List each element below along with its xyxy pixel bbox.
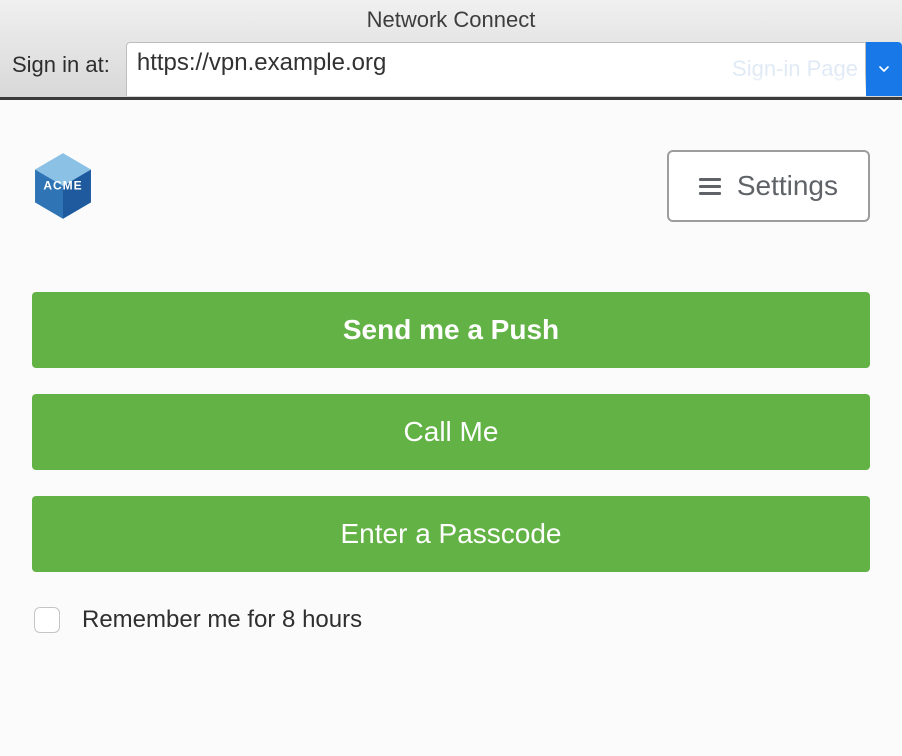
title-row: Network Connect — [0, 0, 902, 40]
hamburger-icon — [699, 178, 721, 195]
signin-at-label: Sign in at: — [0, 52, 126, 96]
send-push-button[interactable]: Send me a Push — [32, 292, 870, 368]
window-header: Network Connect Sign in at: Sign-in Page — [0, 0, 902, 100]
call-me-button[interactable]: Call Me — [32, 394, 870, 470]
brand-logo-text: ACME — [43, 178, 82, 192]
settings-button-label: Settings — [737, 170, 838, 202]
enter-passcode-button[interactable]: Enter a Passcode — [32, 496, 870, 572]
url-dropdown-button[interactable] — [866, 42, 902, 96]
remember-label[interactable]: Remember me for 8 hours — [82, 606, 362, 634]
window-title: Network Connect — [367, 7, 536, 33]
brand-logo: ACME — [32, 152, 94, 220]
url-row: Sign in at: Sign-in Page — [0, 40, 902, 97]
auth-panel: ACME Settings Send me a Push Call Me Ent… — [0, 100, 902, 756]
panel-header: ACME Settings — [32, 100, 870, 292]
chevron-down-icon — [876, 61, 892, 77]
remember-checkbox[interactable] — [34, 607, 60, 633]
remember-row: Remember me for 8 hours — [32, 606, 870, 634]
settings-button[interactable]: Settings — [667, 150, 870, 222]
signin-url-input[interactable] — [126, 42, 866, 96]
url-input-wrap: Sign-in Page — [126, 42, 902, 96]
